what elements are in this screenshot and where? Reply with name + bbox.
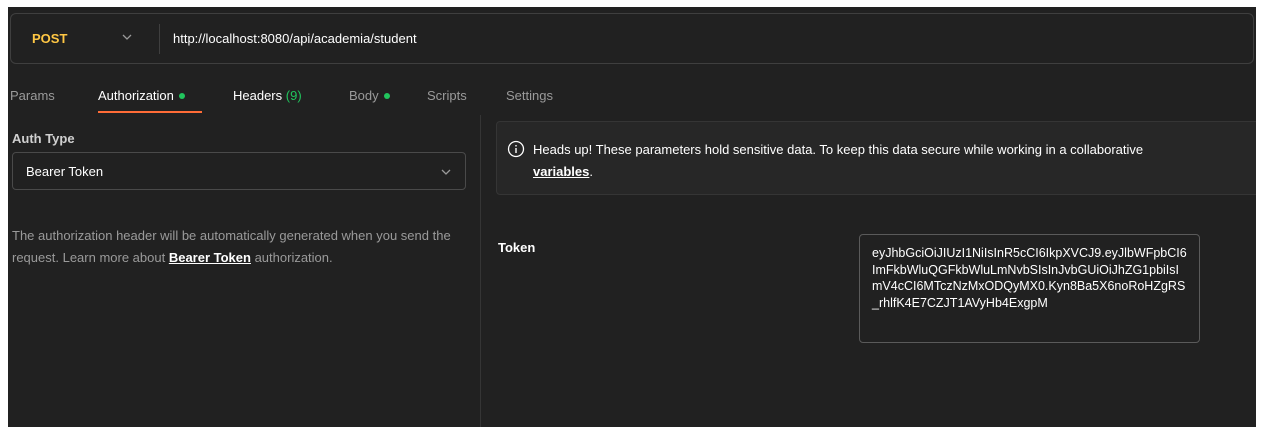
token-input[interactable]: eyJhbGciOiJIUzI1NiIsInR5cCI6IkpXVCJ9.eyJ… — [859, 234, 1200, 343]
url-bar: POST http://localhost:8080/api/academia/… — [10, 13, 1254, 64]
status-dot — [178, 92, 185, 99]
url-divider — [159, 24, 160, 54]
sensitive-data-notice: Heads up! These parameters hold sensitiv… — [496, 121, 1256, 195]
request-editor: POST http://localhost:8080/api/academia/… — [8, 7, 1256, 427]
token-label: Token — [498, 240, 536, 255]
panel-divider — [480, 115, 481, 427]
tab-params[interactable]: Params — [10, 88, 55, 103]
status-dot — [383, 92, 390, 99]
auth-type-label: Auth Type — [12, 131, 75, 146]
auth-type-select[interactable]: Bearer Token — [12, 152, 466, 190]
method-selector[interactable]: POST — [32, 31, 67, 46]
variables-link[interactable]: variables — [533, 164, 589, 179]
tab-settings[interactable]: Settings — [506, 88, 553, 103]
notice-text: Heads up! These parameters hold sensitiv… — [533, 142, 1144, 179]
tab-body[interactable]: Body — [349, 88, 390, 103]
auth-description: The authorization header will be automat… — [12, 228, 451, 265]
auth-type-value: Bearer Token — [26, 164, 104, 179]
headers-count: (9) — [285, 88, 302, 103]
bearer-token-link[interactable]: Bearer Token — [169, 250, 251, 265]
info-circle-icon — [507, 140, 525, 158]
tab-headers[interactable]: Headers (9) — [233, 88, 302, 103]
chevron-down-icon[interactable] — [122, 30, 132, 44]
tab-scripts[interactable]: Scripts — [427, 88, 467, 103]
tab-authorization[interactable]: Authorization — [98, 88, 185, 103]
active-tab-indicator — [98, 111, 202, 113]
chevron-down-icon — [441, 169, 451, 175]
url-input[interactable]: http://localhost:8080/api/academia/stude… — [173, 31, 417, 46]
